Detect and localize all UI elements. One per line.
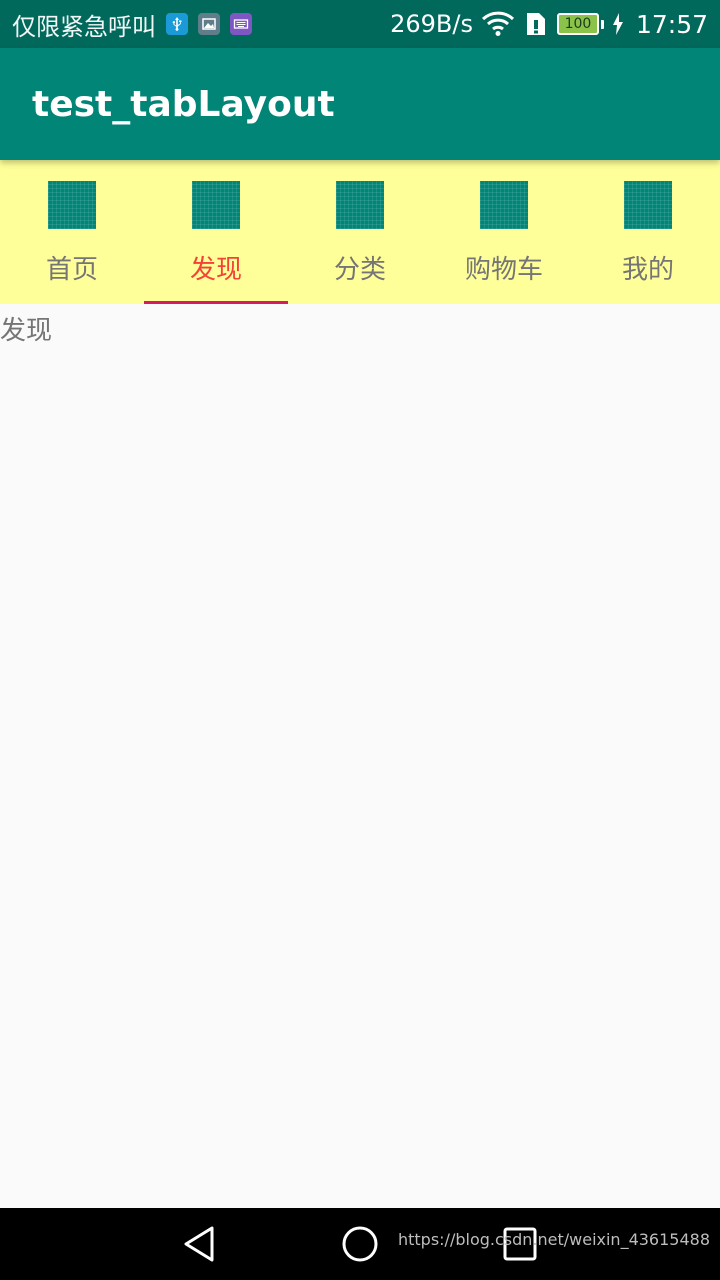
- back-icon: [184, 1226, 214, 1262]
- wifi-icon: [481, 11, 515, 37]
- content-area: 发现: [0, 304, 720, 1208]
- tab-label: 我的: [621, 255, 674, 285]
- status-left: 仅限紧急呼叫: [12, 7, 390, 42]
- placeholder-square-icon: [480, 181, 528, 229]
- tab-cart[interactable]: 购物车: [432, 160, 576, 304]
- tab-layout: 首页 发现 分类 购物车 我的: [0, 160, 720, 304]
- back-button[interactable]: [180, 1224, 220, 1264]
- tab-label: 分类: [333, 255, 386, 285]
- clock-text: 17:57: [635, 9, 708, 39]
- tab-home[interactable]: 首页: [0, 160, 144, 304]
- battery-level: 100: [556, 13, 599, 35]
- tab-category[interactable]: 分类: [288, 160, 432, 304]
- placeholder-square-icon: [48, 181, 96, 229]
- placeholder-square-icon: [192, 181, 240, 229]
- home-icon: [342, 1226, 378, 1262]
- charging-bolt-icon: [612, 13, 624, 35]
- sim-alert-icon: [523, 11, 549, 37]
- status-bar: 仅限紧急呼叫 269B/s 100 17:57: [0, 0, 720, 48]
- carrier-text: 仅限紧急呼叫: [12, 12, 156, 41]
- gallery-icon: [198, 13, 220, 35]
- navigation-bar: https://blog.csdn.net/weixin_43615488: [0, 1208, 720, 1280]
- app-title: test_tabLayout: [32, 83, 335, 125]
- home-button[interactable]: [340, 1224, 380, 1264]
- watermark-text: https://blog.csdn.net/weixin_43615488: [397, 1230, 710, 1249]
- battery-tip: [600, 19, 604, 29]
- placeholder-square-icon: [624, 181, 672, 229]
- network-speed-text: 269B/s: [390, 10, 473, 38]
- tab-discover[interactable]: 发现: [144, 160, 288, 304]
- keyboard-icon: [230, 13, 252, 35]
- tab-mine[interactable]: 我的: [576, 160, 720, 304]
- tab-label: 首页: [45, 255, 98, 285]
- phone-screen: 仅限紧急呼叫 269B/s 100 17:57 test_tabLayout 首…: [0, 0, 720, 1280]
- tab-label: 购物车: [464, 255, 543, 285]
- battery-indicator: 100: [556, 13, 604, 35]
- app-bar: test_tabLayout: [0, 48, 720, 160]
- content-text: 发现: [0, 316, 53, 346]
- status-right: 269B/s 100 17:57: [390, 10, 708, 39]
- usb-icon: [166, 13, 188, 35]
- tab-label: 发现: [189, 255, 242, 285]
- placeholder-square-icon: [336, 181, 384, 229]
